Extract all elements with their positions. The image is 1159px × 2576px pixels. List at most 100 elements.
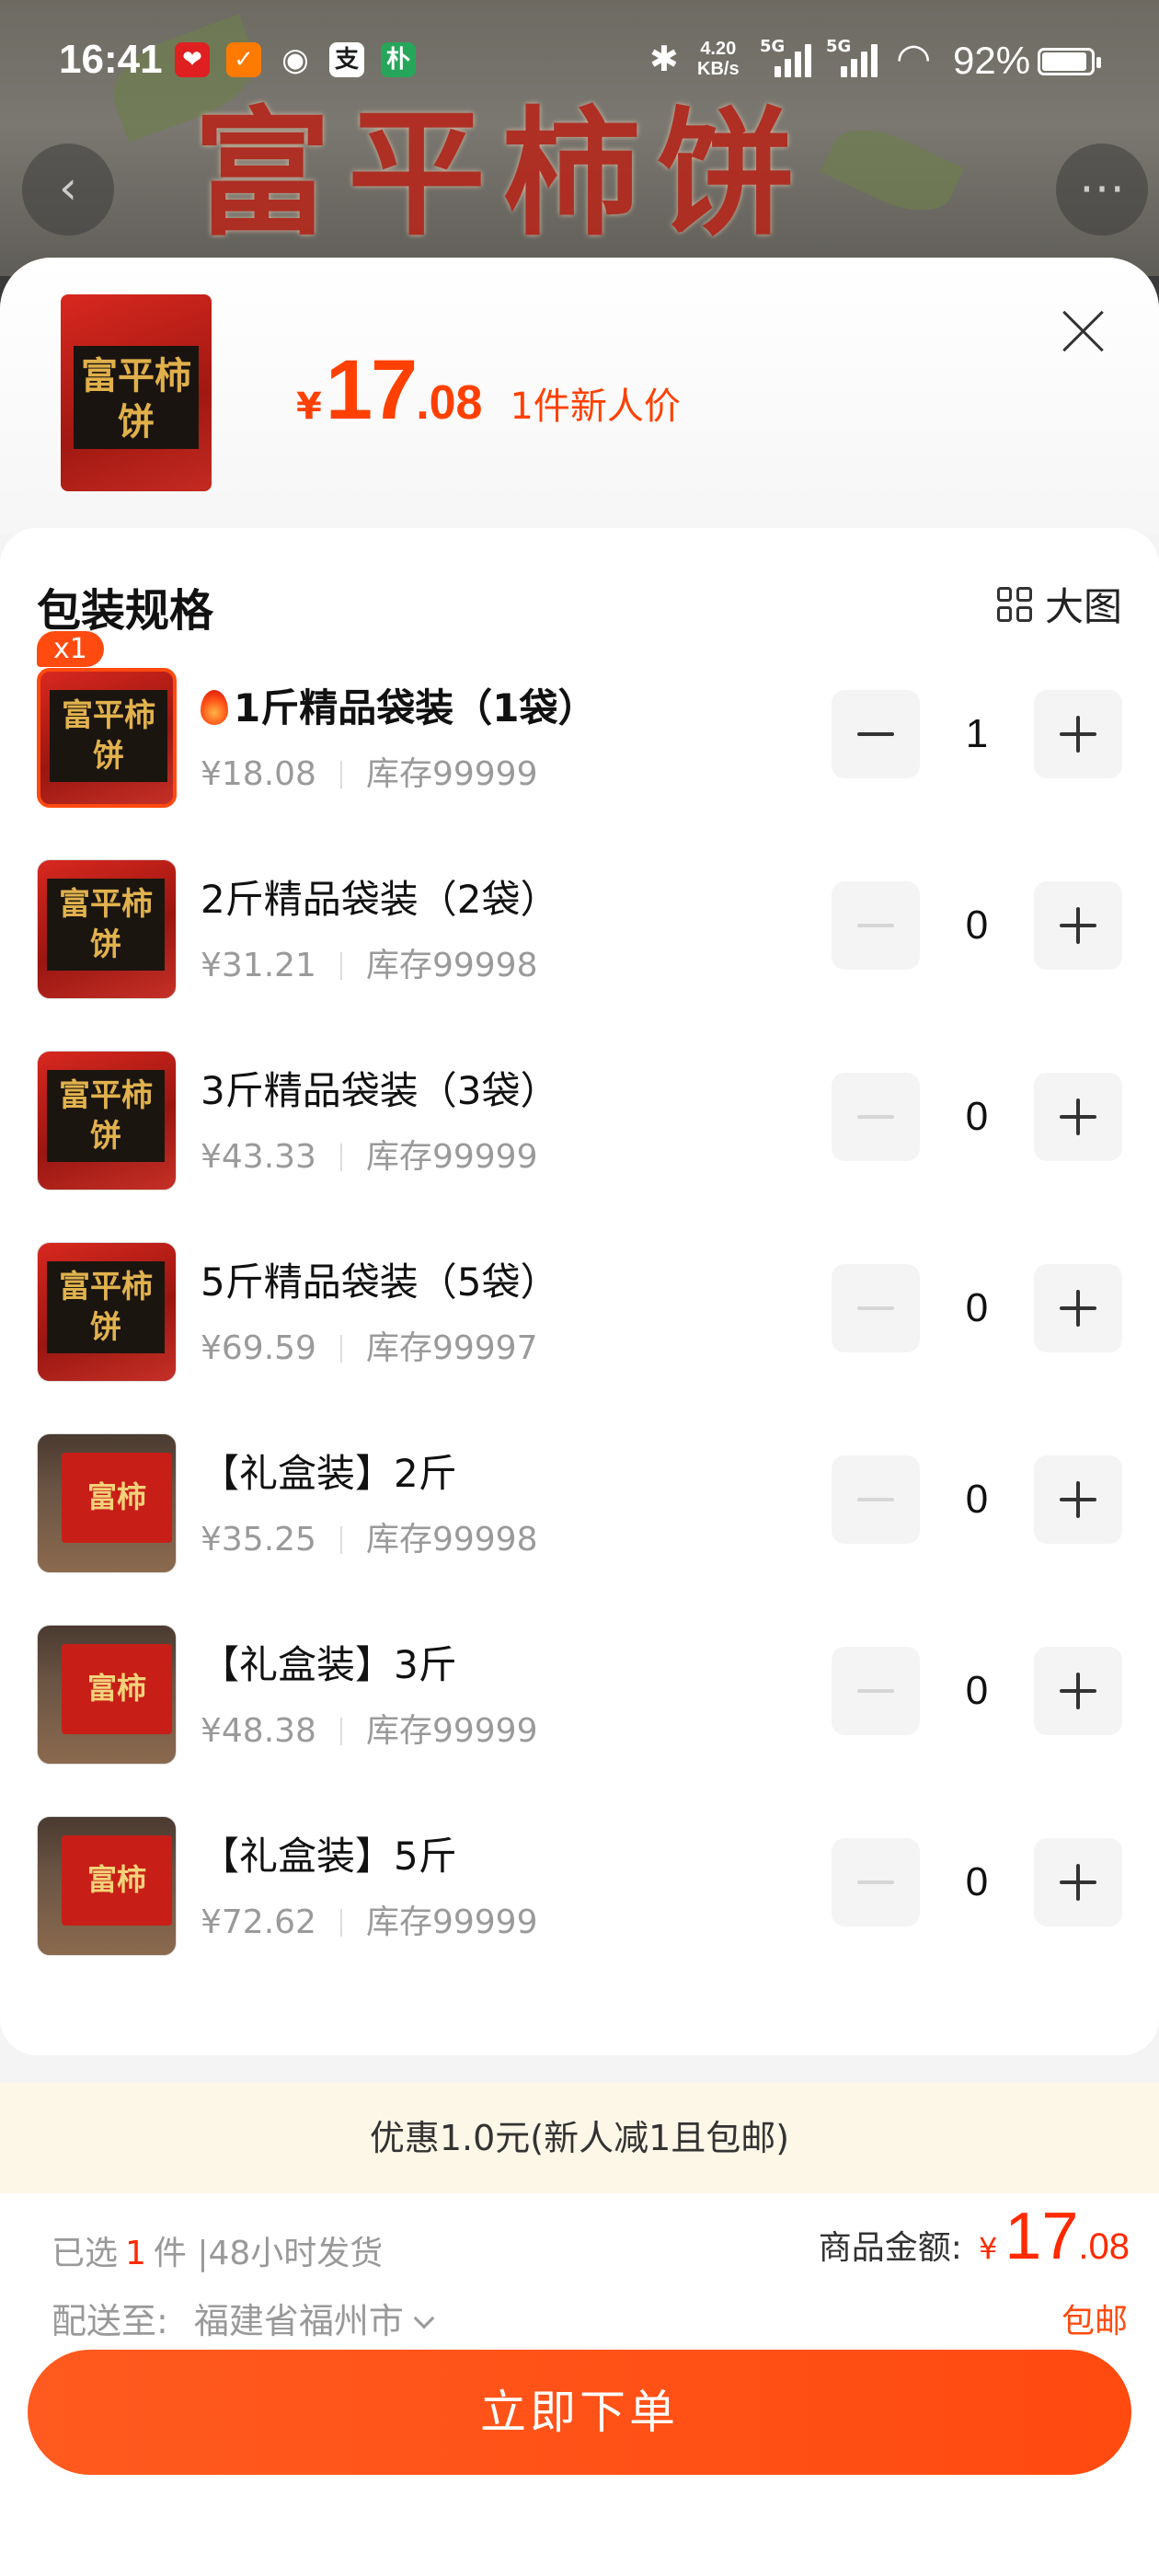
spec-item-stock: 库存99999	[365, 1903, 538, 1941]
spec-title: 包装规格	[37, 585, 214, 637]
minus-icon[interactable]	[832, 1455, 920, 1544]
network-speed: 4.20 KB/s	[697, 39, 740, 79]
place-order-button[interactable]: 立即下单	[28, 2350, 1131, 2475]
price-currency: ¥	[296, 385, 322, 428]
product-thumbnail-label: 富平柿饼	[74, 346, 199, 449]
spec-item-name-text: 【礼盒装】3斤	[201, 1642, 457, 1687]
spec-item-thumbnail[interactable]: 富平柿饼	[37, 1242, 177, 1382]
spec-item-meta: ¥18.08 库存99999	[201, 747, 538, 795]
delivery-selector[interactable]: 配送至: 福建省福州市	[52, 2293, 435, 2343]
spec-item-thumbnail[interactable]: 富平柿饼	[37, 668, 177, 808]
quantity-value[interactable]: 0	[920, 1647, 1034, 1735]
promo-banner: 优惠1.0元(新人减1且包邮)	[0, 2083, 1159, 2193]
spec-item-stock: 库存99998	[365, 1521, 538, 1558]
quantity-stepper[interactable]: 0	[832, 881, 1122, 970]
spec-item-thumbnail[interactable]: 富柿	[37, 1625, 177, 1765]
status-time: 16:41	[59, 37, 163, 82]
spec-item-thumbnail-label: 富柿	[62, 1644, 172, 1734]
spec-item-price: ¥69.59	[201, 1329, 316, 1367]
spec-item[interactable]: 富柿 【礼盒装】5斤 ¥72.62 库存99999 0	[37, 1811, 1122, 1958]
alipay-icon: 支	[329, 42, 364, 77]
spec-item-stock: 库存99999	[365, 1138, 538, 1176]
spec-item-stock: 库存99997	[365, 1329, 538, 1367]
plus-icon[interactable]	[1034, 1264, 1122, 1352]
spec-item[interactable]: 富平柿饼 2斤精品袋装（2袋） ¥31.21 库存99998 0	[37, 854, 1122, 1001]
quantity-stepper[interactable]: 0	[832, 1838, 1122, 1926]
big-picture-button[interactable]: 大图	[996, 576, 1122, 632]
quantity-value[interactable]: 0	[920, 1073, 1034, 1161]
quantity-stepper[interactable]: 1	[832, 690, 1122, 778]
spec-card: 包装规格 大图 富平柿饼 x1 1斤精品袋装（1袋） ¥18.08 库存99999 1 富平…	[0, 528, 1159, 2055]
taobao-icon: ✓	[226, 42, 261, 77]
pinduoduo-icon: ❤	[175, 42, 210, 77]
battery-percent: 92%	[953, 39, 1031, 82]
more-icon[interactable]: ⋯	[1056, 144, 1148, 236]
spec-item-price: ¥35.25	[201, 1521, 316, 1558]
spec-item-thumbnail-label: 富平柿饼	[50, 690, 167, 782]
sheet-header: 富平柿饼 ¥ 17 .08 1件新人价	[0, 258, 1159, 534]
spec-item-meta: ¥35.25 库存99998	[201, 1512, 538, 1560]
spec-item-name-text: 3斤精品袋装（3袋）	[201, 1068, 559, 1113]
spec-item-thumbnail[interactable]: 富平柿饼	[37, 1051, 177, 1190]
minus-icon[interactable]	[832, 1073, 920, 1161]
sku-selector-sheet: 富平柿饼 ¥ 17 .08 1件新人价 包装规格 大图 富平柿饼 x1 1斤精品袋装…	[0, 258, 1159, 2576]
quantity-value[interactable]: 0	[920, 1838, 1034, 1926]
battery-icon	[1038, 48, 1101, 75]
quantity-value[interactable]: 0	[920, 1264, 1034, 1352]
plus-icon[interactable]	[1034, 1455, 1122, 1544]
app-icon: 朴	[381, 42, 416, 77]
spec-item-name-text: 【礼盒装】2斤	[201, 1451, 457, 1496]
minus-icon[interactable]	[832, 1838, 920, 1926]
spec-item[interactable]: 富平柿饼 3斤精品袋装（3袋） ¥43.33 库存99999 0	[37, 1045, 1122, 1192]
spec-item-thumbnail[interactable]: 富平柿饼	[37, 859, 177, 999]
delivery-label: 配送至:	[52, 2301, 168, 2341]
selected-count: 1	[125, 2235, 146, 2272]
spec-item-stock: 库存99999	[365, 1712, 538, 1750]
spec-item[interactable]: 富平柿饼 5斤精品袋装（5袋） ¥69.59 库存99997 0	[37, 1236, 1122, 1384]
price-integer: 17	[325, 343, 418, 437]
minus-icon[interactable]	[832, 1264, 920, 1352]
spec-item-thumbnail[interactable]: 富柿	[37, 1433, 177, 1573]
selected-prefix: 已选	[52, 2235, 119, 2272]
plus-icon[interactable]	[1034, 690, 1122, 778]
status-bar: 16:41 ❤ ✓ ◉ 支 朴 ✱ 4.20 KB/s 5G 5G ◠ 92%	[0, 0, 1159, 125]
spec-item-thumbnail[interactable]: 富柿	[37, 1816, 177, 1956]
quantity-value[interactable]: 0	[920, 1455, 1034, 1544]
price-note: 1件新人价	[510, 385, 681, 428]
divider	[339, 1909, 342, 1937]
spec-item-name-text: 1斤精品袋装（1袋）	[234, 685, 597, 730]
spec-item-thumbnail-label: 富平柿饼	[47, 879, 165, 971]
spec-item-name: 【礼盒装】5斤	[201, 1825, 457, 1881]
spec-item[interactable]: 富平柿饼 x1 1斤精品袋装（1袋） ¥18.08 库存99999 1	[37, 631, 1122, 810]
wifi-icon: ◠	[896, 35, 932, 82]
delivery-address: 福建省福州市	[193, 2301, 404, 2341]
quantity-value[interactable]: 0	[920, 881, 1034, 970]
back-icon[interactable]: ‹	[22, 144, 114, 236]
spec-item[interactable]: 富柿 【礼盒装】3斤 ¥48.38 库存99999 0	[37, 1619, 1122, 1766]
quantity-stepper[interactable]: 0	[832, 1264, 1122, 1352]
plus-icon[interactable]	[1034, 881, 1122, 970]
spec-item-meta: ¥69.59 库存99997	[201, 1321, 538, 1369]
minus-icon[interactable]	[832, 690, 920, 778]
spec-item-meta: ¥48.38 库存99999	[201, 1704, 538, 1752]
minus-icon[interactable]	[832, 881, 920, 970]
quantity-value[interactable]: 1	[920, 690, 1034, 778]
spec-item[interactable]: 富柿 【礼盒装】2斤 ¥35.25 库存99998 0	[37, 1428, 1122, 1575]
minus-icon[interactable]	[832, 1647, 920, 1735]
spec-item-price: ¥31.21	[201, 947, 316, 984]
close-icon[interactable]	[1058, 305, 1109, 357]
selected-suffix: 件 |48小时发货	[153, 2235, 384, 2272]
plus-icon[interactable]	[1034, 1647, 1122, 1735]
plus-icon[interactable]	[1034, 1838, 1122, 1926]
fire-icon	[201, 690, 228, 725]
quantity-stepper[interactable]: 0	[832, 1455, 1122, 1544]
spec-item-name-text: 【礼盒装】5斤	[201, 1834, 457, 1879]
quantity-stepper[interactable]: 0	[832, 1073, 1122, 1161]
network-speed-value: 4.20	[700, 39, 737, 59]
plus-icon[interactable]	[1034, 1073, 1122, 1161]
product-thumbnail[interactable]: 富平柿饼	[61, 294, 212, 491]
spec-item-thumbnail-label: 富平柿饼	[47, 1070, 165, 1162]
spec-item-meta: ¥72.62 库存99999	[201, 1895, 538, 1943]
quantity-stepper[interactable]: 0	[832, 1647, 1122, 1735]
quantity-badge: x1	[37, 631, 104, 667]
